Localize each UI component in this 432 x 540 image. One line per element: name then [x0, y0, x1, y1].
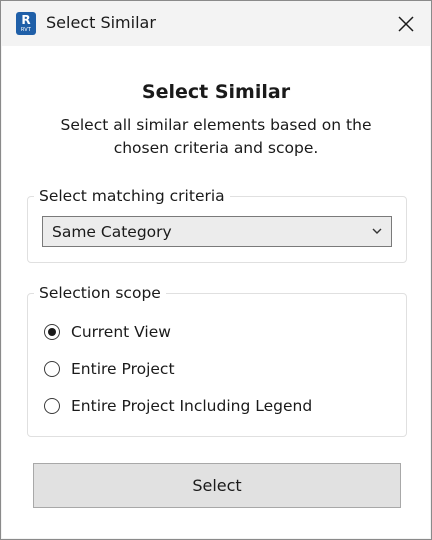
dialog-content: Select Similar Select all similar elemen… — [2, 46, 430, 538]
title-bar: R RVT Select Similar — [1, 1, 431, 46]
radio-label: Entire Project Including Legend — [71, 397, 313, 415]
app-icon-letter: R — [21, 13, 31, 27]
dialog-window: R RVT Select Similar Select Similar Sele… — [0, 0, 432, 540]
selection-scope-legend: Selection scope — [34, 282, 166, 304]
close-button[interactable] — [391, 9, 421, 39]
description-text: Select all similar elements based on the… — [60, 116, 372, 157]
matching-criteria-group: Select matching criteria Same Category — [27, 185, 407, 263]
matching-criteria-legend: Select matching criteria — [34, 185, 230, 207]
selection-scope-group: Selection scope Current View Entire Proj… — [27, 282, 407, 437]
app-icon-caption: RVT — [20, 27, 32, 33]
radio-button[interactable] — [44, 361, 60, 377]
select-button[interactable]: Select — [33, 463, 401, 508]
page-title: Select Similar — [141, 81, 291, 103]
radio-button[interactable] — [44, 398, 60, 414]
close-icon — [398, 16, 414, 32]
radio-button-checked[interactable] — [44, 324, 60, 340]
dropdown-selected-value: Same Category — [52, 223, 172, 241]
matching-criteria-dropdown[interactable]: Same Category — [42, 216, 392, 247]
radio-label: Current View — [71, 323, 171, 341]
radio-label: Entire Project — [71, 360, 175, 378]
revit-app-icon: R RVT — [16, 12, 36, 35]
chevron-down-icon — [371, 226, 383, 236]
window-title: Select Similar — [46, 13, 156, 32]
